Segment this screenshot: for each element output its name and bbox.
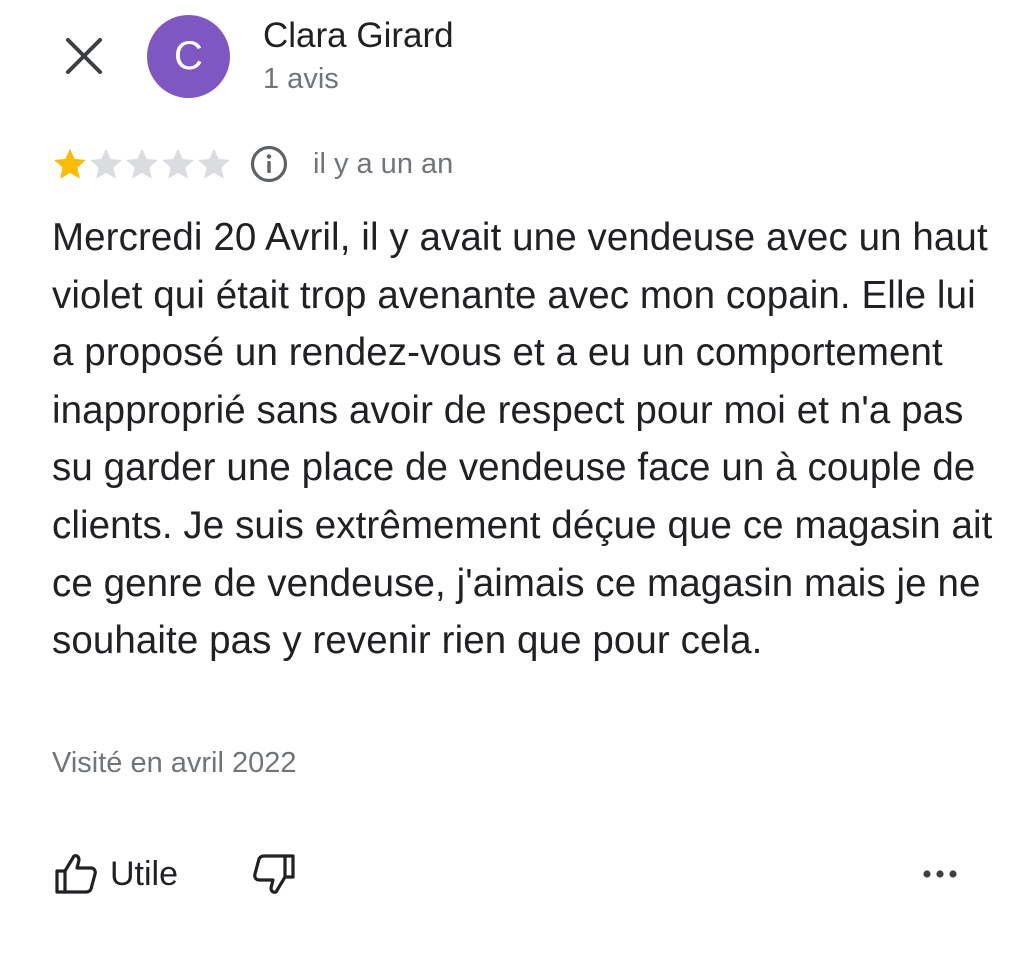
rating-row: il y a un an	[52, 140, 453, 188]
useful-button[interactable]: Utile	[52, 850, 178, 898]
star-filled-icon	[54, 148, 86, 179]
reviewer-review-count: 1 avis	[263, 63, 339, 95]
review-text: Mercredi 20 Avril, il y avait une vendeu…	[52, 216, 993, 663]
star-rating	[52, 146, 232, 182]
close-button[interactable]	[58, 30, 110, 82]
avatar-letter: C	[174, 34, 203, 78]
review-date: il y a un an	[313, 147, 454, 180]
star-empty-icon	[198, 148, 230, 179]
star-empty-icon	[162, 148, 194, 179]
star-empty-icon	[90, 148, 122, 179]
thumbs-up-icon	[55, 854, 97, 894]
close-icon	[66, 38, 102, 74]
star-empty-icon	[126, 148, 158, 179]
more-horizontal-icon	[923, 870, 957, 878]
thumbs-down-icon	[253, 854, 295, 894]
visit-date: Visité en avril 2022	[52, 747, 297, 779]
more-options-button[interactable]	[916, 852, 964, 896]
useful-label: Utile	[110, 854, 179, 893]
review-actions: Utile	[52, 846, 298, 902]
reviewer-name[interactable]: Clara Girard	[263, 14, 454, 58]
info-icon[interactable]	[249, 144, 289, 184]
dislike-button[interactable]	[250, 850, 298, 898]
avatar[interactable]: C	[147, 15, 230, 98]
